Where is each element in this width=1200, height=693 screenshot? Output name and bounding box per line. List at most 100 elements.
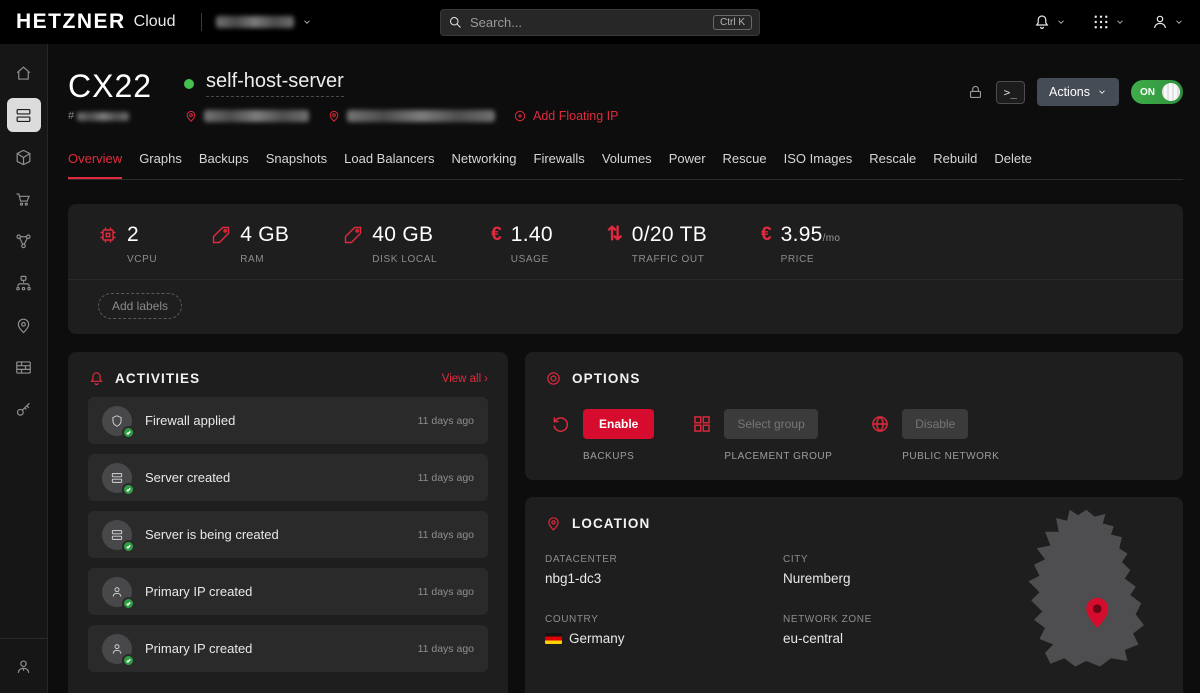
- add-labels-button[interactable]: Add labels: [98, 293, 182, 319]
- tab-rebuild[interactable]: Rebuild: [933, 145, 977, 179]
- bell-icon: [88, 370, 105, 387]
- key-icon: [14, 400, 33, 419]
- server-stats-card: 2 VCPU 4 GB RAM: [68, 204, 1183, 334]
- power-toggle-knob: [1162, 83, 1180, 101]
- options-title: OPTIONS: [572, 371, 640, 386]
- tab-backups[interactable]: Backups: [199, 145, 249, 179]
- activity-time: 11 days ago: [418, 529, 474, 541]
- location-field-network-zone: NETWORK ZONE eu-central: [783, 614, 1003, 646]
- actions-button-label: Actions: [1049, 85, 1090, 99]
- stat-label: VCPU: [127, 254, 157, 265]
- success-badge-icon: [122, 426, 135, 439]
- add-floating-ip[interactable]: Add Floating IP: [513, 109, 618, 123]
- location-title: LOCATION: [572, 516, 650, 531]
- tab-graphs[interactable]: Graphs: [139, 145, 182, 179]
- bell-icon: [1033, 13, 1051, 31]
- sidebar-item-servers[interactable]: [7, 98, 41, 132]
- apps-cart-icon: [14, 190, 33, 209]
- user-menu[interactable]: [1151, 13, 1184, 31]
- activity-row[interactable]: Server is being created 11 days ago: [88, 511, 488, 558]
- search-input[interactable]: [470, 15, 713, 30]
- sidebar-item-support[interactable]: [7, 649, 41, 683]
- stat-label: RAM: [240, 254, 289, 265]
- power-toggle[interactable]: ON: [1131, 80, 1183, 104]
- tab-networking[interactable]: Networking: [451, 145, 516, 179]
- lock-icon[interactable]: [967, 84, 984, 101]
- enable-backups-button[interactable]: Enable: [583, 409, 654, 439]
- tab-rescale[interactable]: Rescale: [869, 145, 916, 179]
- console-button[interactable]: >_: [996, 81, 1025, 104]
- sidebar-item-load-balancers[interactable]: [7, 266, 41, 300]
- tab-load-balancers[interactable]: Load Balancers: [344, 145, 434, 179]
- home-icon: [14, 64, 33, 83]
- tab-iso-images[interactable]: ISO Images: [784, 145, 853, 179]
- location-pin-icon: [327, 109, 341, 123]
- user-icon: [110, 585, 124, 599]
- sidebar-item-floating-ips[interactable]: [7, 308, 41, 342]
- server-icon: [110, 471, 124, 485]
- activity-avatar: [102, 406, 132, 436]
- hetzner-logo[interactable]: HETZNER: [16, 10, 126, 34]
- apps-menu[interactable]: [1092, 13, 1125, 31]
- ram-icon: [211, 225, 231, 245]
- activity-row[interactable]: Server created 11 days ago: [88, 454, 488, 501]
- sidebar-item-networks[interactable]: [7, 224, 41, 258]
- option-label: BACKUPS: [583, 451, 654, 462]
- view-all-link[interactable]: View all ›: [442, 373, 488, 385]
- tab-overview[interactable]: Overview: [68, 145, 122, 179]
- germany-map: [1009, 507, 1169, 672]
- view-all-label: View all: [442, 373, 481, 385]
- public-ipv6[interactable]: [327, 109, 495, 123]
- history-icon: [551, 414, 571, 434]
- activity-row[interactable]: Primary IP created 11 days ago: [88, 625, 488, 672]
- success-badge-icon: [122, 540, 135, 553]
- chevron-down-icon: [1056, 17, 1066, 27]
- activity-time: 11 days ago: [418, 586, 474, 598]
- topbar: HETZNER Cloud Ctrl K: [0, 0, 1200, 44]
- redacted-ipv4: [204, 110, 309, 122]
- sidebar-item-firewalls[interactable]: [7, 350, 41, 384]
- tab-delete[interactable]: Delete: [994, 145, 1032, 179]
- traffic-icon: ⇅: [607, 224, 623, 265]
- server-tabs: Overview Graphs Backups Snapshots Load B…: [68, 145, 1183, 180]
- tab-volumes[interactable]: Volumes: [602, 145, 652, 179]
- server-id: #: [68, 110, 184, 122]
- sidebar-item-security[interactable]: [7, 392, 41, 426]
- location-field-country: COUNTRY Germany: [545, 614, 783, 646]
- price-suffix: /mo: [823, 233, 841, 244]
- tab-rescue[interactable]: Rescue: [723, 145, 767, 179]
- actions-button[interactable]: Actions: [1037, 78, 1119, 106]
- activity-row[interactable]: Firewall applied 11 days ago: [88, 397, 488, 444]
- sidebar-item-apps[interactable]: [7, 182, 41, 216]
- activity-row[interactable]: Primary IP created 11 days ago: [88, 568, 488, 615]
- activity-avatar: [102, 463, 132, 493]
- redacted-server-id: [77, 112, 129, 121]
- options-body: Enable BACKUPS Select group: [545, 409, 1163, 462]
- topbar-divider: [201, 13, 202, 31]
- location-pin-icon: [184, 109, 198, 123]
- option-placement-group: Select group PLACEMENT GROUP: [692, 409, 832, 462]
- tab-snapshots[interactable]: Snapshots: [266, 145, 327, 179]
- search-bar[interactable]: Ctrl K: [440, 9, 760, 36]
- sidebar-bottom: [0, 638, 47, 683]
- notifications-menu[interactable]: [1033, 13, 1066, 31]
- public-ipv4[interactable]: [184, 109, 309, 123]
- tab-firewalls[interactable]: Firewalls: [534, 145, 585, 179]
- product-name: Cloud: [134, 13, 176, 31]
- location-field-datacenter: DATACENTER nbg1-dc3: [545, 554, 783, 586]
- project-selector[interactable]: [216, 16, 312, 28]
- sidebar-item-home[interactable]: [7, 56, 41, 90]
- servers-icon: [14, 106, 33, 125]
- location-field-city: CITY Nuremberg: [783, 554, 1003, 586]
- cpu-icon: [98, 225, 118, 245]
- select-group-button[interactable]: Select group: [724, 409, 817, 439]
- floating-ips-icon: [14, 316, 33, 335]
- load-balancers-icon: [14, 274, 33, 293]
- tab-power[interactable]: Power: [669, 145, 706, 179]
- sidebar-item-images[interactable]: [7, 140, 41, 174]
- server-name[interactable]: self-host-server: [206, 70, 344, 97]
- firewalls-icon: [14, 358, 33, 377]
- option-public-network: Disable PUBLIC NETWORK: [870, 409, 999, 462]
- disable-public-network-button[interactable]: Disable: [902, 409, 968, 439]
- status-dot: [184, 79, 194, 89]
